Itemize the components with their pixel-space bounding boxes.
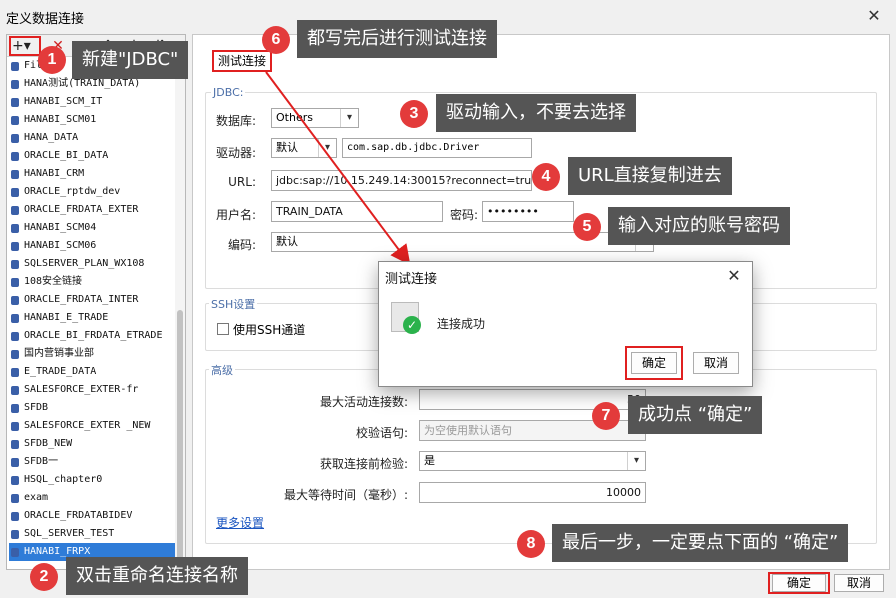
step-callout-6: 都写完后进行测试连接: [297, 20, 497, 58]
step-badge-2: 2: [30, 563, 58, 591]
step-badge-6: 6: [262, 26, 290, 54]
step-badge-5: 5: [573, 213, 601, 241]
step-badge-7: 7: [592, 402, 620, 430]
dialog-close-icon[interactable]: ✕: [721, 264, 747, 288]
step-callout-4: URL直接复制进去: [568, 157, 732, 195]
step-badge-1: 1: [38, 46, 66, 74]
step-callout-3: 驱动输入，不要去选择: [436, 94, 636, 132]
step-callout-7: 成功点 “确定”: [628, 396, 763, 434]
step-badge-4: 4: [532, 163, 560, 191]
step-badge-3: 3: [400, 100, 428, 128]
step-callout-5: 输入对应的账号密码: [608, 207, 790, 245]
step-callout-1: 新建"JDBC": [72, 41, 189, 79]
success-check-icon: ✓: [403, 316, 421, 334]
dialog-message: 连接成功: [437, 317, 486, 331]
dialog-title: 测试连接: [385, 272, 438, 287]
step-callout-8: 最后一步，一定要点下面的 “确定”: [552, 524, 849, 562]
step-callout-2: 双击重命名连接名称: [66, 557, 248, 595]
test-connection-dialog: 测试连接 ✕ ✓ 连接成功 确定 取消: [378, 261, 753, 387]
dialog-cancel-button[interactable]: 取消: [693, 352, 739, 374]
dialog-ok-button[interactable]: 确定: [631, 352, 677, 374]
step-badge-8: 8: [517, 530, 545, 558]
